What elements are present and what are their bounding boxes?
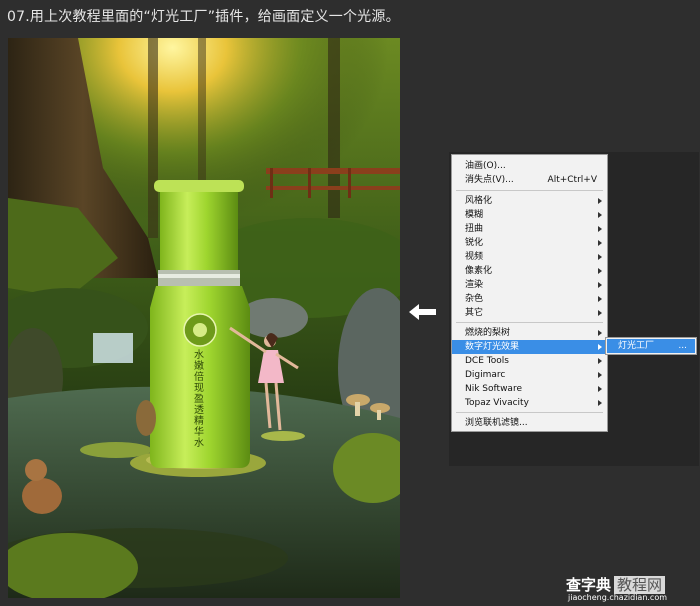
submenu-arrow-icon <box>598 240 602 246</box>
menu-item-noise[interactable]: 杂色 <box>452 292 607 306</box>
submenu-arrow-icon <box>598 310 602 316</box>
menu-item-oil-paint[interactable]: 油画(O)... <box>452 159 607 173</box>
submenu-arrow-icon <box>598 344 602 350</box>
menu-item-distort[interactable]: 扭曲 <box>452 222 607 236</box>
menu-item-label: 其它 <box>465 308 484 318</box>
menu-item-topaz-vivacity[interactable]: Topaz Vivacity <box>452 396 607 410</box>
menu-item-other[interactable]: 其它 <box>452 306 607 320</box>
submenu-arrow-icon <box>598 296 602 302</box>
menu-item-sharpen[interactable]: 锐化 <box>452 236 607 250</box>
menu-item-label: 风格化 <box>465 196 493 206</box>
menu-item-label: 杂色 <box>465 294 484 304</box>
submenu-arrow-icon <box>598 358 602 364</box>
site-watermark: 查字典 教程网 jiaocheng.chazidian.com <box>566 574 696 604</box>
menu-item-label: 浏览联机滤镜... <box>465 418 528 428</box>
menu-item-burning-pear-tree[interactable]: 燃烧的梨树 <box>452 326 607 340</box>
menu-item-dce-tools[interactable]: DCE Tools <box>452 354 607 368</box>
menu-separator <box>456 190 603 191</box>
menu-item-label: 消失点(V)... <box>465 175 514 185</box>
watermark-title: 查字典 <box>566 576 612 594</box>
submenu-arrow-icon <box>598 198 602 204</box>
menu-item-label: 渲染 <box>465 280 484 290</box>
submenu-arrow-icon <box>598 372 602 378</box>
menu-item-pixelate[interactable]: 像素化 <box>452 264 607 278</box>
menu-item-browse-online-filters[interactable]: 浏览联机滤镜... <box>452 416 607 430</box>
submenu-arrow-icon <box>598 386 602 392</box>
menu-item-digital-light-effects[interactable]: 数字灯光效果 <box>452 340 607 354</box>
menu-separator <box>456 322 603 323</box>
menu-separator <box>456 412 603 413</box>
menu-item-nik-software[interactable]: Nik Software <box>452 382 607 396</box>
menu-item-video[interactable]: 视频 <box>452 250 607 264</box>
pointer-arrow-icon <box>409 304 437 324</box>
menu-item-label: 油画(O)... <box>465 161 506 171</box>
menu-item-digimarc[interactable]: Digimarc <box>452 368 607 382</box>
submenu-arrow-icon <box>598 254 602 260</box>
digital-light-submenu: 灯光工厂 ... <box>605 337 697 355</box>
submenu-item-label: 灯光工厂 <box>618 341 655 351</box>
menu-item-vanishing-point[interactable]: 消失点(V)... Alt+Ctrl+V <box>452 173 607 187</box>
submenu-item-ellipsis: ... <box>678 341 687 351</box>
menu-item-shortcut: Alt+Ctrl+V <box>547 175 597 185</box>
submenu-arrow-icon <box>598 330 602 336</box>
submenu-arrow-icon <box>598 268 602 274</box>
menu-item-label: 锐化 <box>465 238 484 248</box>
submenu-arrow-icon <box>598 212 602 218</box>
menu-item-label: 扭曲 <box>465 224 484 234</box>
submenu-arrow-icon <box>598 282 602 288</box>
watermark-badge: 教程网 <box>614 576 666 594</box>
menu-item-label: DCE Tools <box>465 356 509 366</box>
svg-text:水嫩倍现盈透精华水: 水嫩倍现盈透精华水 <box>194 349 204 449</box>
submenu-arrow-icon <box>598 400 602 406</box>
step-heading: 07.用上次教程里面的“灯光工厂”插件，给画面定义一个光源。 <box>7 9 400 25</box>
menu-item-render[interactable]: 渲染 <box>452 278 607 292</box>
forest-scene-image: 水嫩倍现盈透精华水 <box>8 38 400 598</box>
menu-item-label: Nik Software <box>465 384 522 394</box>
submenu-item-knoll-light-factory[interactable]: 灯光工厂 ... <box>607 339 695 353</box>
watermark-url: jiaocheng.chazidian.com <box>568 593 668 602</box>
menu-item-stylize[interactable]: 风格化 <box>452 194 607 208</box>
menu-item-label: Digimarc <box>465 370 506 380</box>
menu-item-label: 模糊 <box>465 210 484 220</box>
menu-item-label: Topaz Vivacity <box>465 398 529 408</box>
filter-menu: 油画(O)... 消失点(V)... Alt+Ctrl+V 风格化 模糊 扭曲 … <box>451 154 608 432</box>
menu-item-label: 像素化 <box>465 266 493 276</box>
submenu-arrow-icon <box>598 226 602 232</box>
menu-item-label: 数字灯光效果 <box>465 342 520 352</box>
menu-item-label: 燃烧的梨树 <box>465 328 511 338</box>
menu-item-blur[interactable]: 模糊 <box>452 208 607 222</box>
menu-item-label: 视频 <box>465 252 484 262</box>
